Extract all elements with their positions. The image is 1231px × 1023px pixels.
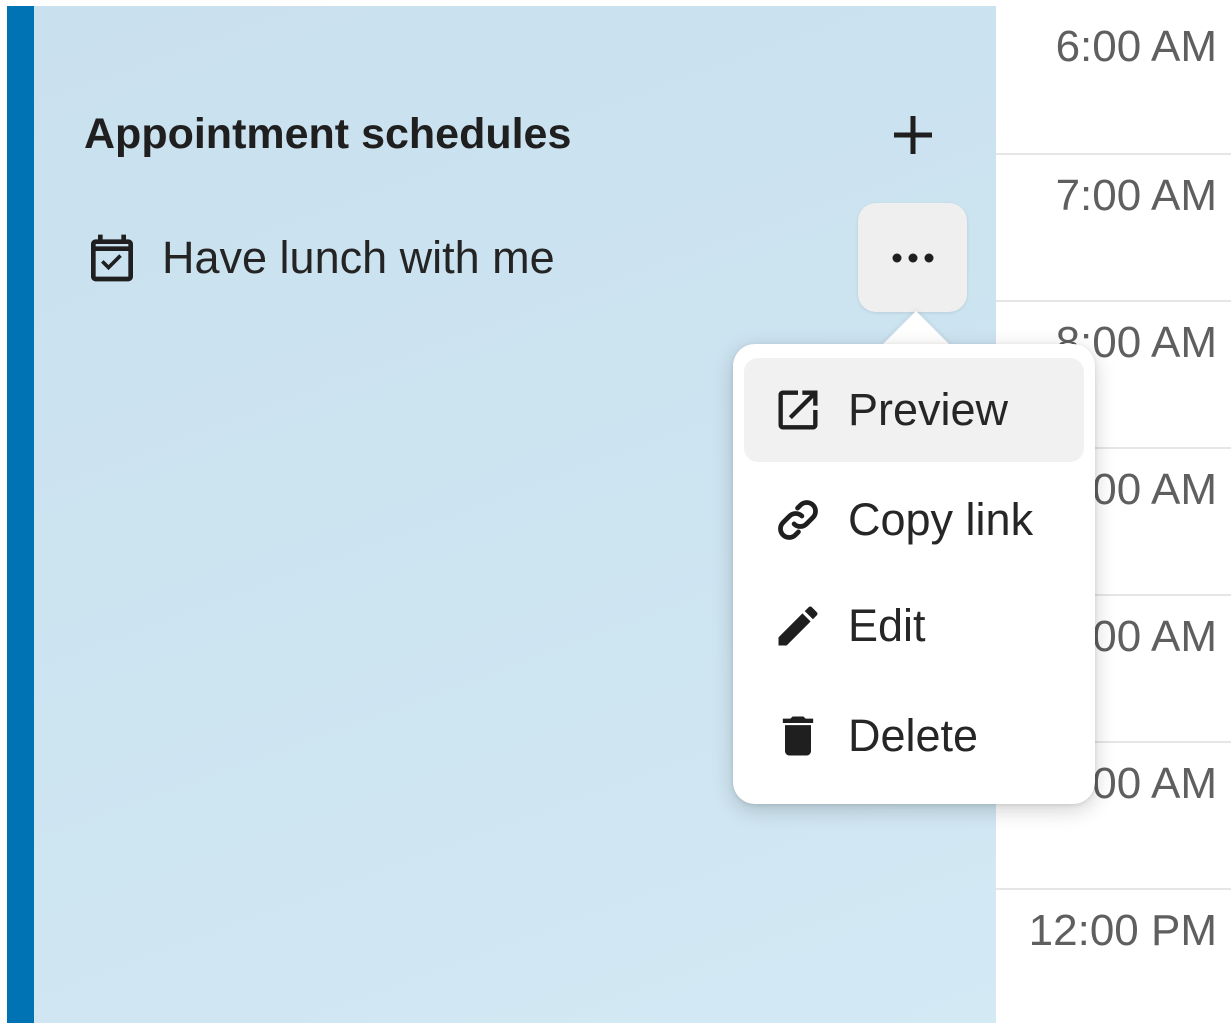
plus-icon [894, 116, 932, 154]
more-options-button[interactable] [858, 203, 967, 312]
menu-item-preview[interactable]: Preview [744, 358, 1084, 462]
section-title: Appointment schedules [84, 110, 572, 158]
calendar-check-icon [91, 234, 133, 282]
menu-item-label: Copy link [848, 494, 1034, 545]
link-icon [770, 492, 826, 548]
schedule-options-menu: Preview Copy link Edit Delete [733, 344, 1095, 804]
menu-item-label: Delete [848, 710, 979, 761]
time-label: 12:00 PM [1028, 906, 1217, 955]
menu-pointer [880, 311, 952, 347]
menu-item-edit[interactable]: Edit [744, 574, 1084, 678]
time-slot[interactable]: 7:00 AM [996, 153, 1231, 302]
menu-item-label: Preview [848, 384, 1009, 435]
menu-item-delete[interactable]: Delete [744, 684, 1084, 788]
trash-icon [770, 708, 826, 764]
add-schedule-button[interactable] [890, 112, 936, 158]
external-link-icon [770, 382, 826, 438]
more-horizontal-icon [892, 253, 933, 262]
schedule-item-have-lunch[interactable]: Have lunch with me [84, 226, 555, 290]
accent-bar [7, 6, 34, 1023]
menu-item-label: Edit [848, 600, 926, 651]
time-slot[interactable]: 6:00 AM [996, 6, 1231, 153]
time-label: 7:00 AM [1055, 171, 1217, 220]
time-slot[interactable]: 12:00 PM [996, 888, 1231, 1023]
schedule-item-label: Have lunch with me [162, 232, 555, 283]
menu-item-copy-link[interactable]: Copy link [744, 468, 1084, 572]
pencil-icon [770, 598, 826, 654]
time-label: 6:00 AM [1055, 22, 1217, 71]
calendar-app: Appointment schedules Have lunch with me [0, 0, 1231, 1023]
